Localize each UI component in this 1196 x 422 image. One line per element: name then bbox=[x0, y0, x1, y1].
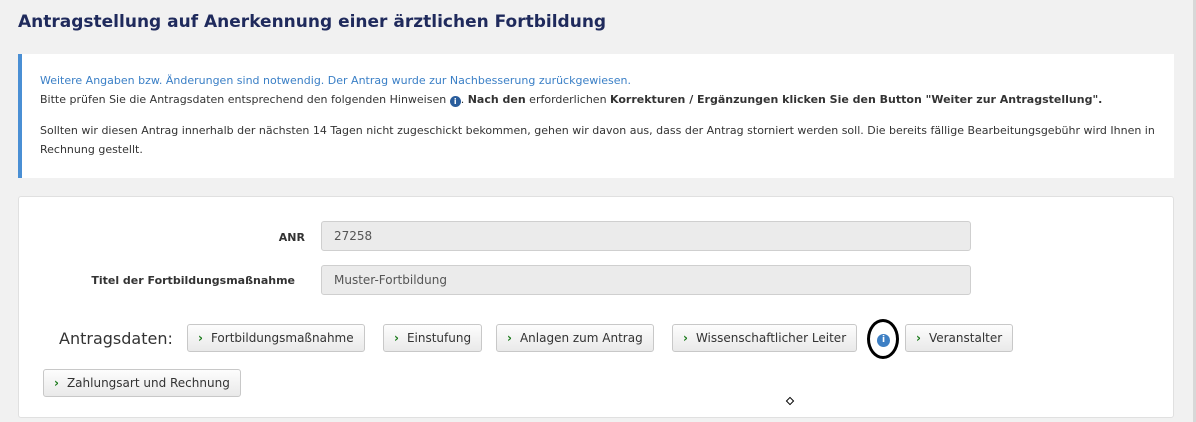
titel-label: Titel der Fortbildungsmaßnahme bbox=[91, 274, 295, 287]
chevron-right-icon: › bbox=[916, 331, 921, 345]
anr-field[interactable]: 27258 bbox=[321, 221, 971, 251]
chevron-right-icon: › bbox=[683, 331, 688, 345]
fortbildungsmassnahme-button[interactable]: › Fortbildungsmaßnahme bbox=[187, 324, 365, 352]
antragsdaten-label: Antragsdaten: bbox=[59, 329, 173, 348]
button-label: Veranstalter bbox=[928, 331, 1003, 345]
notice-instructions-bold1: Nach den bbox=[467, 93, 526, 106]
chevron-right-icon: › bbox=[394, 331, 399, 345]
info-icon[interactable]: i bbox=[877, 334, 890, 347]
notice-instructions-pre: Bitte prüfen Sie die Antragsdaten entspr… bbox=[40, 93, 450, 106]
button-label: Zahlungsart und Rechnung bbox=[66, 376, 230, 390]
button-label: Anlagen zum Antrag bbox=[519, 331, 643, 345]
notice-storno-text: Sollten wir diesen Antrag innerhalb der … bbox=[40, 124, 1155, 156]
einstufung-button[interactable]: › Einstufung bbox=[383, 324, 483, 352]
button-label: Wissenschaftlicher Leiter bbox=[695, 331, 847, 345]
anlagen-button[interactable]: › Anlagen zum Antrag bbox=[496, 324, 654, 352]
chevron-right-icon: › bbox=[54, 376, 59, 390]
info-icon: i bbox=[449, 96, 461, 107]
button-label: Einstufung bbox=[406, 331, 472, 345]
chevron-right-icon: › bbox=[198, 331, 203, 345]
chevron-right-icon: › bbox=[507, 331, 512, 345]
notice-box: Weitere Angaben bzw. Änderungen sind not… bbox=[18, 54, 1174, 178]
button-label: Fortbildungsmaßnahme bbox=[210, 331, 354, 345]
notice-instructions-bold2: Korrekturen / Ergänzungen klicken Sie de… bbox=[610, 93, 1103, 106]
zahlungsart-button[interactable]: › Zahlungsart und Rechnung bbox=[43, 369, 241, 397]
anr-label: ANR bbox=[278, 231, 305, 244]
titel-field[interactable]: Muster-Fortbildung bbox=[321, 265, 971, 295]
page-title: Antragstellung auf Anerkennung einer ärz… bbox=[18, 12, 607, 32]
notice-rejection-text: Weitere Angaben bzw. Änderungen sind not… bbox=[40, 74, 632, 87]
notice-instructions-sep: . bbox=[460, 93, 468, 106]
notice-instructions-mid: erforderlichen bbox=[525, 93, 611, 106]
veranstalter-button[interactable]: › Veranstalter bbox=[905, 324, 1014, 352]
wissenschaftlicher-leiter-button[interactable]: › Wissenschaftlicher Leiter bbox=[672, 324, 858, 352]
form-panel: ANR 27258 Titel der Fortbildungsmaßnahme… bbox=[18, 196, 1174, 418]
notice-instructions: Bitte prüfen Sie die Antragsdaten entspr… bbox=[40, 90, 1156, 109]
